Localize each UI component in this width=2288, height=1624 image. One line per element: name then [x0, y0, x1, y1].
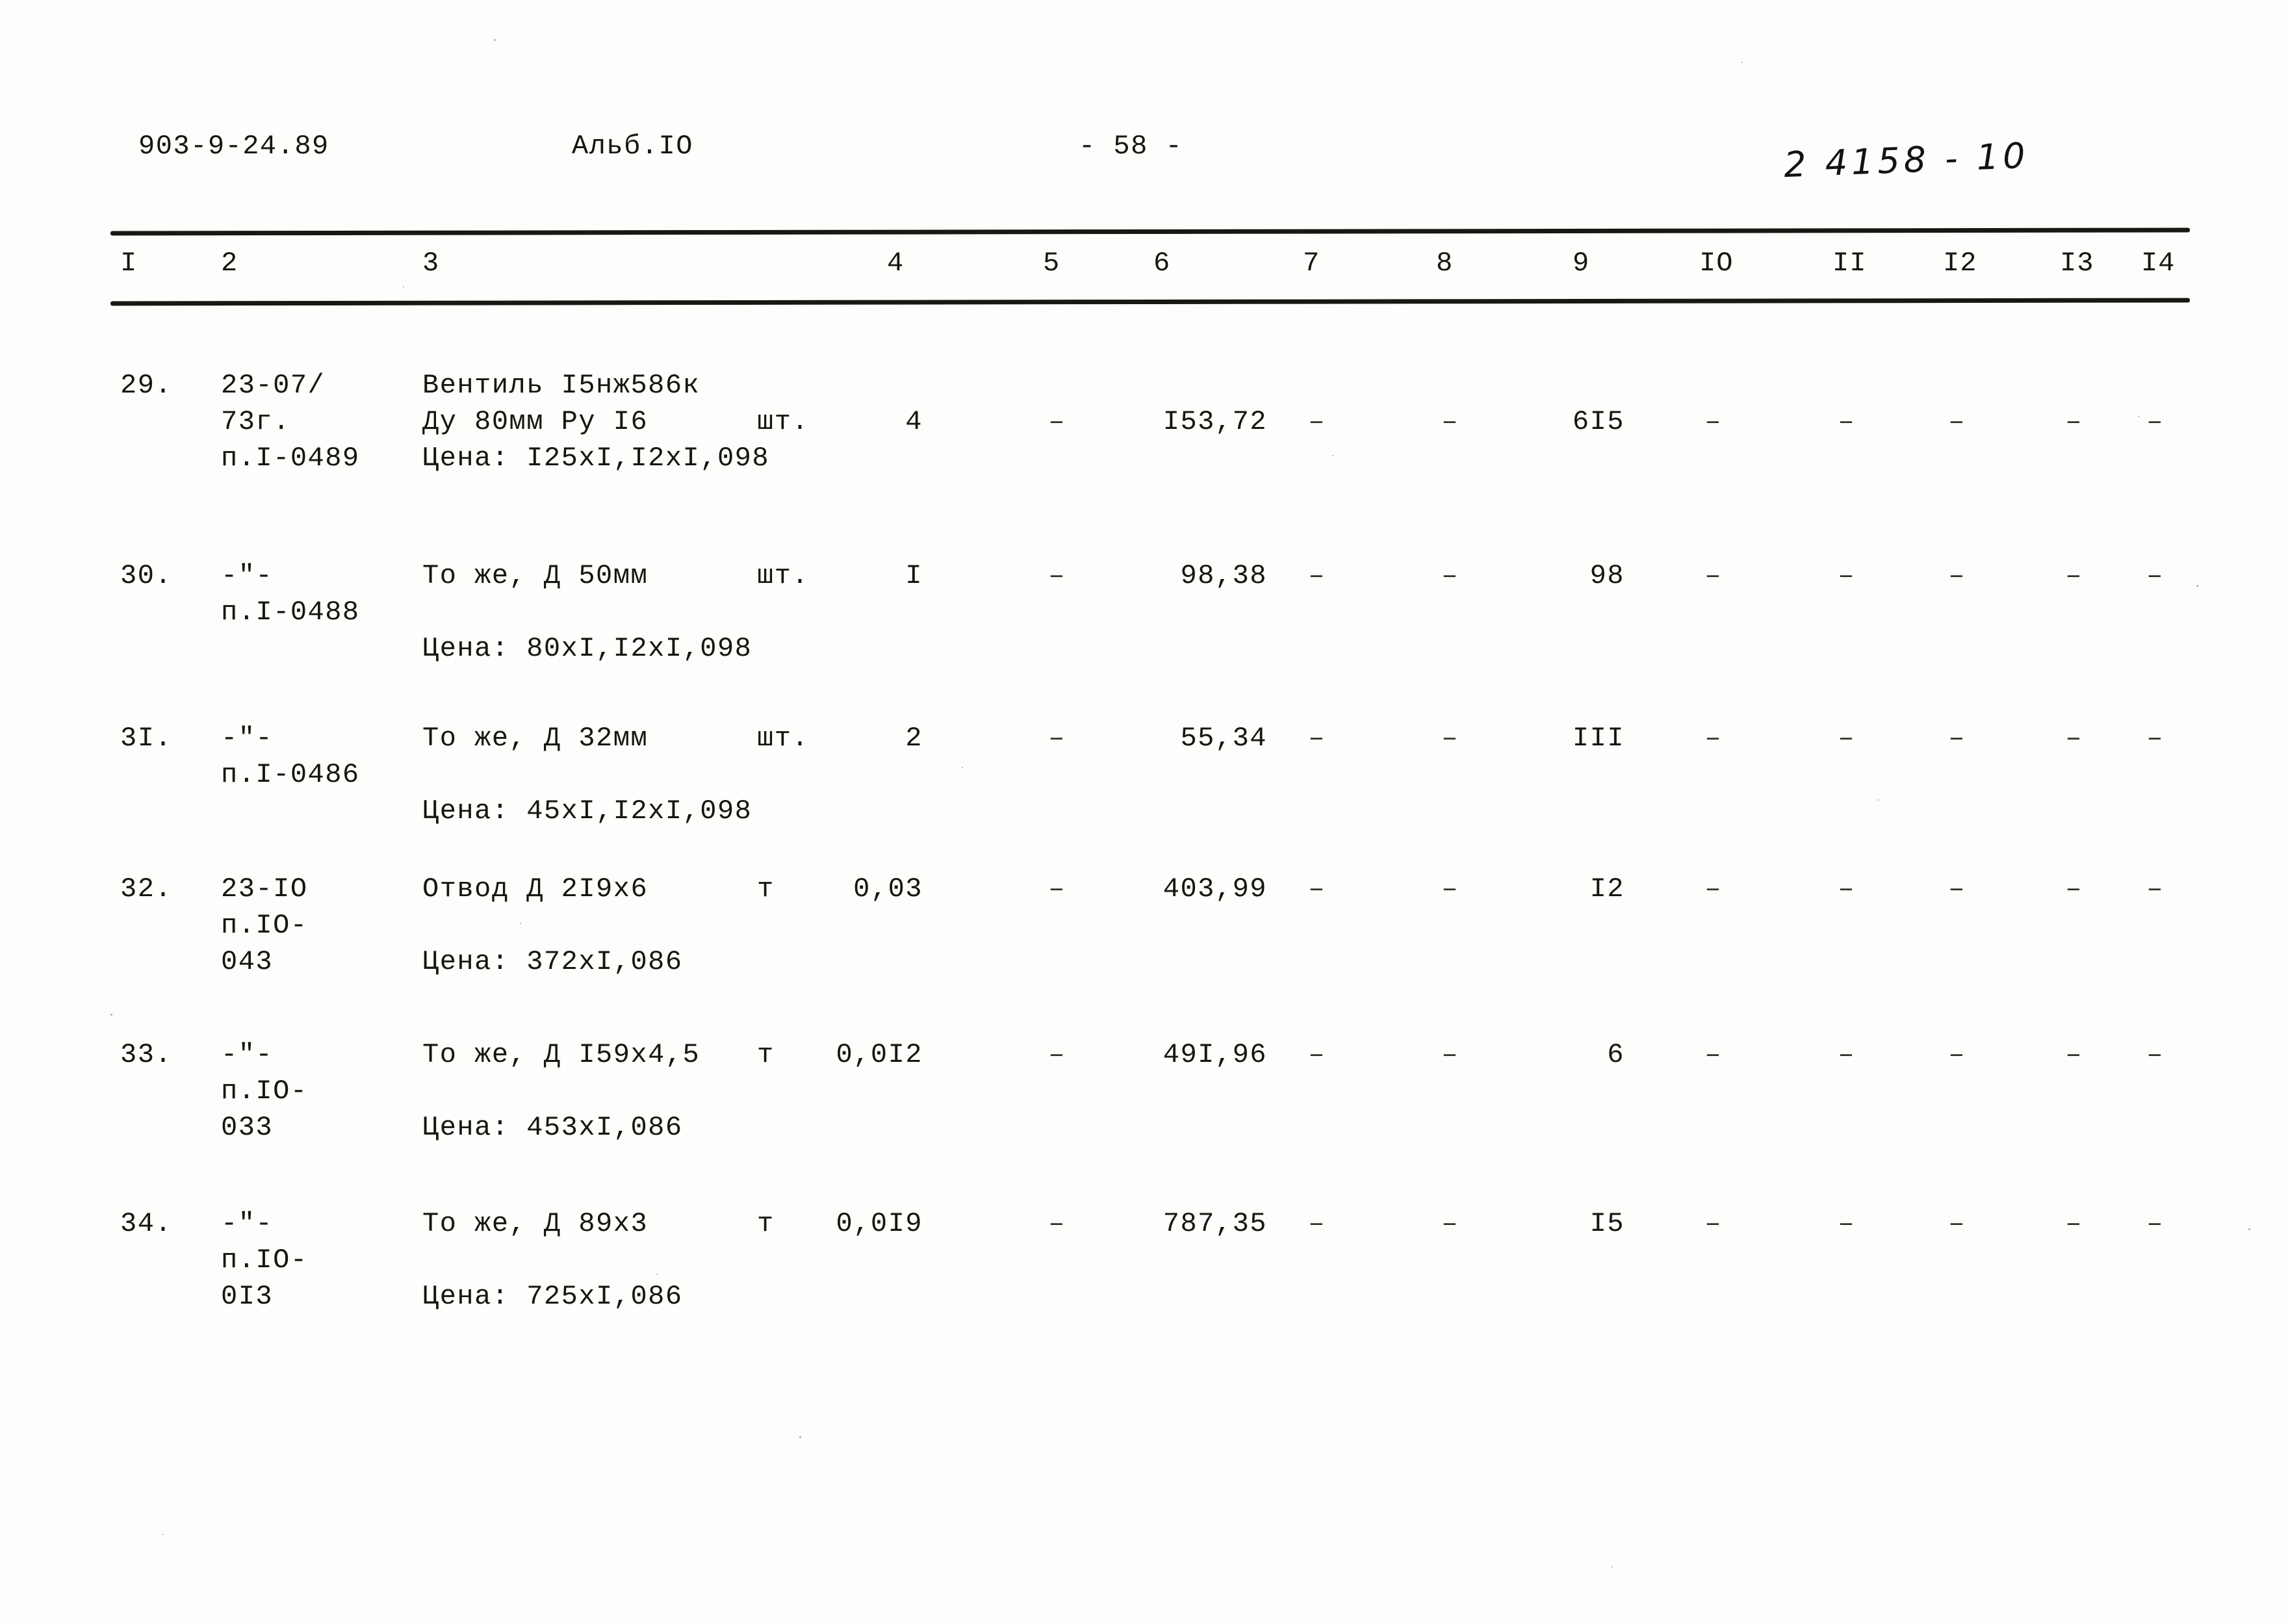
scan-speck	[494, 39, 496, 41]
scanned-document-page: 903-9-24.89 Альб.IO - 58 - 2 4158 - 10 I…	[0, 0, 2288, 1624]
scan-speck	[962, 767, 963, 768]
scan-speck	[2248, 1228, 2250, 1230]
scan-speck	[110, 1014, 112, 1016]
row-code-line: п.IO-	[221, 1244, 308, 1276]
scan-speck	[403, 286, 404, 287]
row-col14: –	[2146, 1208, 2164, 1239]
row-code-line: 0I3	[221, 1281, 274, 1312]
scan-speck	[2196, 585, 2198, 587]
scan-speck	[799, 1436, 801, 1438]
scan-speck	[656, 1274, 658, 1275]
scan-speck	[1878, 799, 1879, 801]
row-price-line: Цена: 725xI,086	[422, 1281, 683, 1312]
scan-speck	[162, 1534, 164, 1535]
scan-speck	[1742, 62, 1743, 63]
table-row: 34. -"- п.IO- 0I3 То же, Д 89x3 Цена: 725xI,0…	[0, 0, 2288, 1624]
scan-speck	[520, 923, 521, 924]
scan-speck	[1332, 455, 1333, 456]
scan-speck	[2138, 416, 2139, 417]
scan-speck	[1612, 1566, 1613, 1567]
